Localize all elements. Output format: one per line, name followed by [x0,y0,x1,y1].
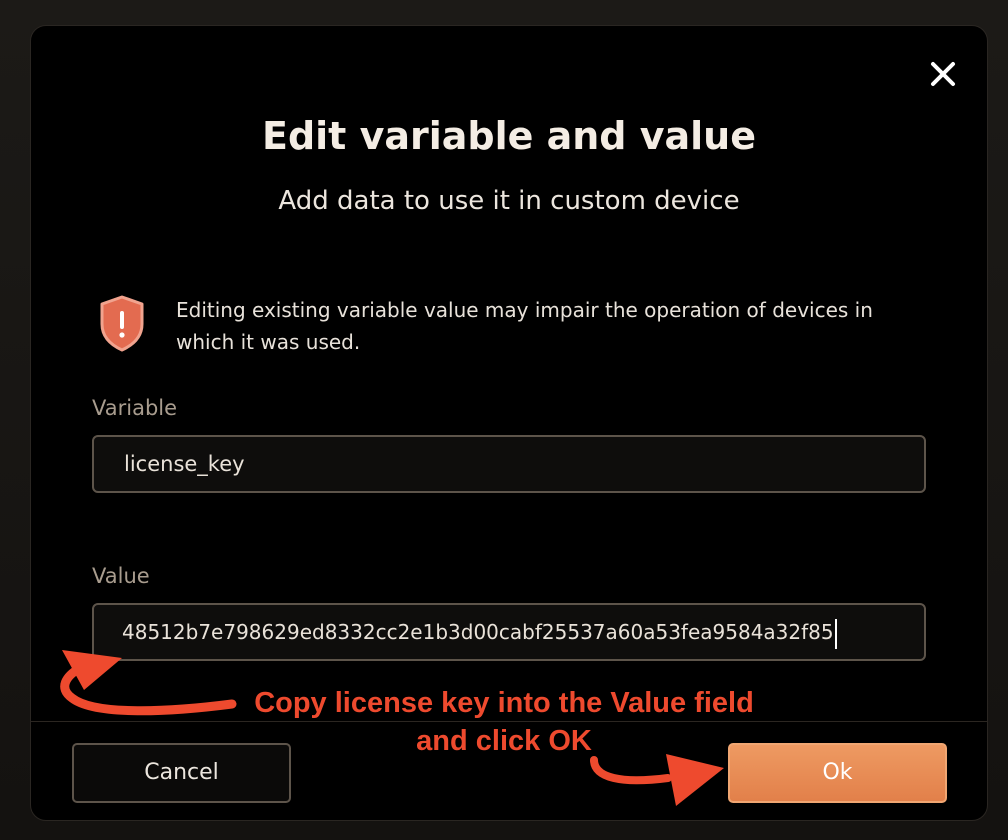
dialog-title: Edit variable and value [261,114,757,158]
value-input[interactable]: 48512b7e798629ed8332cc2e1b3d00cabf25537a… [92,603,926,661]
close-button[interactable] [927,58,959,90]
text-caret [834,618,837,649]
value-input-text: 48512b7e798629ed8332cc2e1b3d00cabf25537a… [122,620,834,644]
warning-message: Editing existing variable value may impa… [176,298,873,354]
footer-divider [31,721,987,722]
value-label: Value [92,564,150,588]
edit-variable-dialog: Edit variable and value Add data to use … [30,25,988,821]
cancel-button[interactable]: Cancel [72,743,291,803]
ok-button[interactable]: Ok [728,743,947,803]
close-icon [931,62,955,86]
dialog-subtitle: Add data to use it in custom device [278,186,740,216]
shield-alert-icon [97,294,147,354]
variable-input-text: license_key [124,452,245,476]
variable-input[interactable]: license_key [92,435,926,493]
variable-label: Variable [92,396,178,420]
